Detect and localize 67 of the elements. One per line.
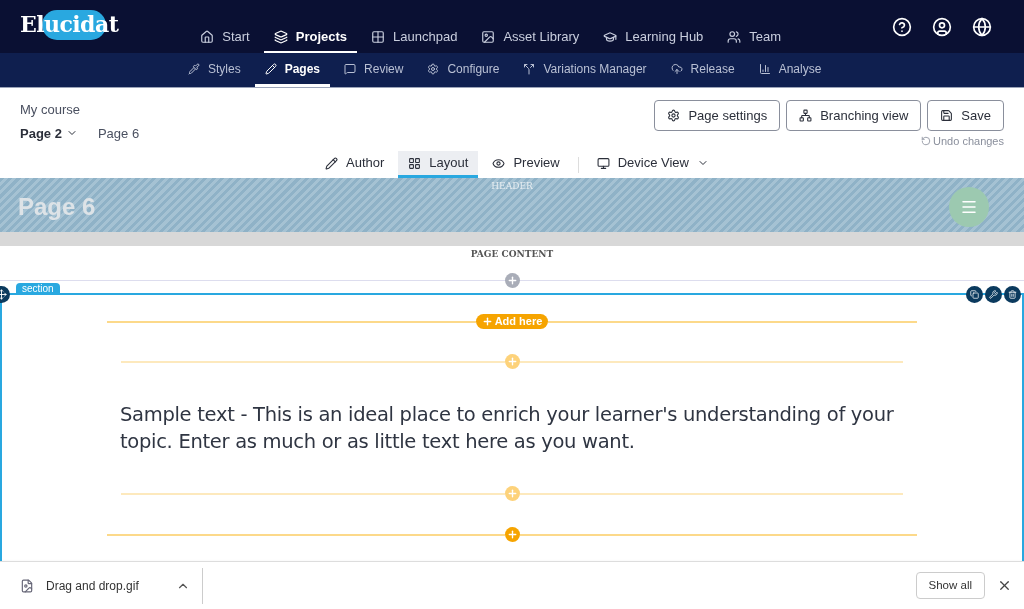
undo-icon: [921, 136, 932, 147]
users-icon: [727, 30, 742, 44]
sub-nav-tab[interactable]: Styles: [178, 53, 251, 87]
sub-nav-tab[interactable]: Release: [660, 53, 745, 87]
pencil-icon: [325, 156, 339, 170]
view-tab[interactable]: Layout: [398, 151, 479, 178]
settings-icon: [427, 62, 440, 75]
action-button[interactable]: Branching view: [786, 100, 922, 131]
sub-nav-tab[interactable]: Configure: [417, 53, 510, 87]
pencil-icon: [264, 62, 277, 75]
page-title: Page 6: [18, 192, 96, 222]
monitor-icon: [596, 156, 610, 170]
chat-icon: [344, 62, 357, 75]
pipette-icon: [188, 62, 200, 75]
sample-text[interactable]: Sample text - This is an ideal place to enrich your learner's understanding of your topic. Enter as much or as little text here as you want.: [120, 401, 904, 455]
plus-icon: [506, 488, 518, 499]
sub-nav-tab[interactable]: Pages: [254, 53, 331, 87]
copy-button[interactable]: [966, 286, 983, 303]
sub-nav-tab[interactable]: Review: [334, 53, 414, 87]
image-icon: [481, 30, 496, 44]
page-content-label: PAGE CONTENT: [470, 247, 554, 261]
nav-tab[interactable]: Learning Hub: [593, 23, 714, 53]
help-icon[interactable]: [892, 16, 912, 37]
grid-icon: [408, 156, 422, 170]
section-label: section: [16, 283, 60, 294]
nav-tab[interactable]: Asset Library: [471, 23, 590, 53]
wrench-icon: [989, 290, 998, 299]
file-name[interactable]: Drag and drop.gif: [46, 576, 139, 595]
eye-icon: [492, 156, 506, 170]
nav-tab[interactable]: Team: [717, 23, 792, 53]
nav-tab[interactable]: Launchpad: [361, 23, 468, 53]
sub-nav-tab[interactable]: Analyse: [748, 53, 832, 87]
user-icon[interactable]: [932, 16, 952, 37]
delete-button[interactable]: [1004, 286, 1021, 303]
view-tab[interactable]: Preview: [482, 151, 570, 178]
plus-icon: [506, 529, 518, 540]
save-icon: [940, 109, 954, 122]
settings-button[interactable]: [985, 286, 1002, 303]
home-icon: [200, 30, 215, 44]
split-icon: [523, 62, 536, 75]
header-label: HEADER: [491, 180, 533, 193]
cloud-upload-icon: [670, 62, 683, 75]
trash-icon: [1008, 290, 1017, 299]
grid-icon: [371, 30, 386, 44]
action-button[interactable]: Page settings: [654, 100, 781, 131]
page-dropdown[interactable]: Page 2: [20, 123, 78, 143]
plus-icon: [506, 275, 518, 286]
close-icon[interactable]: [997, 578, 1012, 593]
show-all-button[interactable]: Show all: [915, 572, 985, 599]
settings-icon: [667, 109, 681, 122]
view-tab[interactable]: Author: [315, 151, 395, 178]
course-title: My course: [20, 101, 81, 119]
globe-icon[interactable]: [972, 16, 992, 37]
hierarchy-icon: [799, 109, 813, 122]
plus-icon: [506, 356, 518, 367]
nav-tab[interactable]: Start: [190, 23, 260, 53]
menu-icon: [960, 198, 978, 216]
plus-icon: [481, 316, 493, 327]
bar-chart-icon: [758, 62, 771, 75]
image-file-icon: [20, 578, 34, 593]
graduation-cap-icon: [603, 30, 618, 44]
copy-icon: [970, 290, 979, 299]
sub-nav-tab[interactable]: Variations Manager: [513, 53, 657, 87]
page-name: Page 6: [97, 124, 140, 143]
action-button[interactable]: Save: [927, 100, 1004, 131]
view-tab[interactable]: Device View: [586, 151, 719, 178]
layers-icon: [273, 30, 288, 44]
